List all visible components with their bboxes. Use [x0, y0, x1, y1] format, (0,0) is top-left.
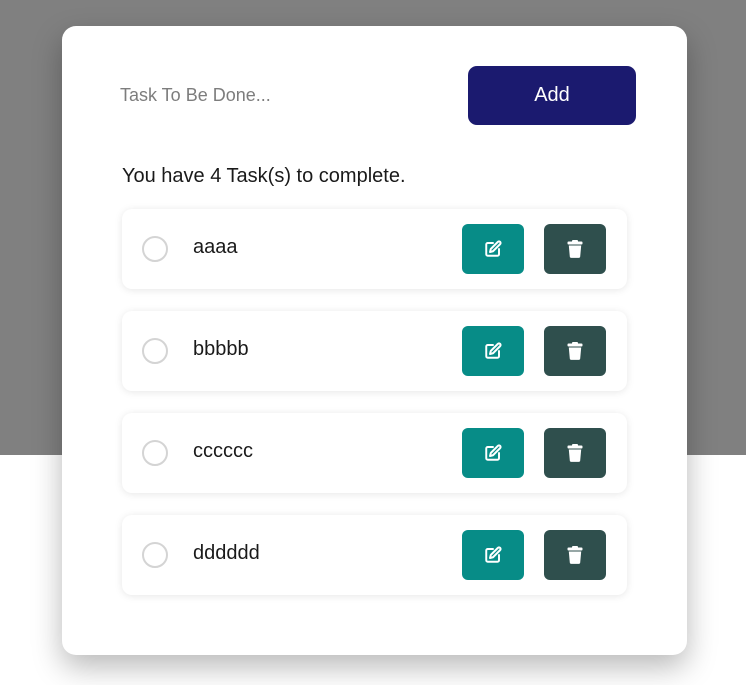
edit-icon — [485, 444, 502, 461]
edit-task-button[interactable] — [462, 530, 524, 580]
delete-task-button[interactable] — [544, 326, 606, 376]
edit-icon — [485, 240, 502, 257]
add-task-button[interactable]: Add — [468, 66, 636, 125]
task-item: aaaa — [122, 209, 627, 289]
summary-prefix: You have — [122, 165, 211, 187]
delete-task-button[interactable] — [544, 224, 606, 274]
task-item: dddddd — [122, 515, 627, 595]
edit-task-button[interactable] — [462, 224, 524, 274]
task-complete-checkbox[interactable] — [142, 338, 168, 364]
summary-suffix: Task(s) to complete. — [221, 165, 406, 187]
task-item: cccccc — [122, 413, 627, 493]
task-complete-checkbox[interactable] — [142, 542, 168, 568]
trash-icon — [567, 342, 583, 360]
task-complete-checkbox[interactable] — [142, 236, 168, 262]
task-input[interactable] — [120, 66, 450, 124]
edit-task-button[interactable] — [462, 428, 524, 478]
edit-icon — [485, 342, 502, 359]
task-list: aaaa bbbbb cccccc dddddd — [122, 209, 627, 617]
task-text: dddddd — [193, 542, 260, 564]
task-text: aaaa — [193, 236, 238, 258]
edit-task-button[interactable] — [462, 326, 524, 376]
task-text: bbbbb — [193, 338, 249, 360]
trash-icon — [567, 444, 583, 462]
task-complete-checkbox[interactable] — [142, 440, 168, 466]
delete-task-button[interactable] — [544, 428, 606, 478]
task-count: 4 — [210, 165, 222, 187]
task-text: cccccc — [193, 440, 253, 462]
edit-icon — [485, 546, 502, 563]
trash-icon — [567, 240, 583, 258]
task-item: bbbbb — [122, 311, 627, 391]
delete-task-button[interactable] — [544, 530, 606, 580]
trash-icon — [567, 546, 583, 564]
todo-card: Add You have 4 Task(s) to complete. aaaa — [62, 26, 687, 655]
task-count-summary: You have 4 Task(s) to complete. — [122, 165, 406, 188]
